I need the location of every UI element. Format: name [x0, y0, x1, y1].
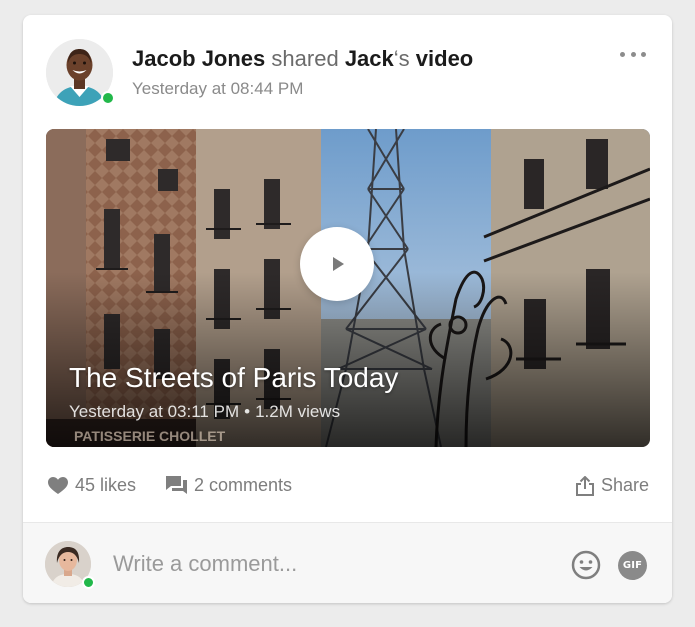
play-button[interactable] [300, 227, 374, 301]
comment-input[interactable] [113, 548, 543, 580]
like-button[interactable]: 45 likes [48, 475, 136, 496]
play-icon [333, 257, 344, 271]
more-options-button[interactable] [620, 49, 646, 59]
video-player[interactable]: PATISSERIE CHOLLET The Streets of Paris … [46, 129, 650, 447]
video-date: Yesterday at 03:11 PM [69, 402, 240, 421]
share-verb: shared [271, 46, 339, 71]
shared-object[interactable]: video [416, 46, 473, 71]
gif-icon: GIF [622, 560, 643, 571]
video-owner-name[interactable]: Jack [345, 46, 394, 71]
video-meta: Yesterday at 03:11 PM • 1.2M views [69, 402, 340, 422]
video-title[interactable]: The Streets of Paris Today [69, 362, 398, 394]
meta-separator: • [244, 402, 251, 421]
author-avatar-wrap[interactable] [46, 39, 115, 106]
author-online-indicator [101, 91, 115, 105]
likes-count: 45 likes [75, 475, 137, 495]
post-card: Jacob Jones shared Jack‘s video Yesterda… [23, 15, 672, 603]
comments-count: 2 comments [194, 475, 293, 495]
video-views: 1.2M views [255, 402, 341, 421]
comments-button[interactable]: 2 comments [166, 475, 292, 496]
current-user-avatar-wrap[interactable] [45, 541, 95, 589]
post-author-line: Jacob Jones shared Jack‘s video [132, 46, 473, 72]
emoji-button[interactable] [571, 550, 601, 585]
owner-possessive: ‘s [393, 46, 410, 71]
post-timestamp[interactable]: Yesterday at 08:44 PM [132, 79, 303, 99]
storefront-sign: PATISSERIE CHOLLET [74, 428, 226, 444]
heart-icon [48, 476, 68, 494]
comment-icon [166, 476, 187, 494]
current-user-online-indicator [82, 576, 95, 589]
more-horizontal-icon [620, 51, 625, 57]
emoji-icon [571, 550, 601, 580]
share-icon [575, 475, 594, 496]
share-label: Share [600, 475, 649, 495]
post-actions: 45 likes 2 comments Share [23, 465, 672, 505]
comment-composer: GIF [23, 523, 672, 603]
author-name[interactable]: Jacob Jones [132, 46, 265, 71]
post-header: Jacob Jones shared Jack‘s video Yesterda… [23, 15, 672, 128]
share-button[interactable]: Share [575, 475, 649, 496]
gif-button[interactable]: GIF [618, 551, 647, 580]
